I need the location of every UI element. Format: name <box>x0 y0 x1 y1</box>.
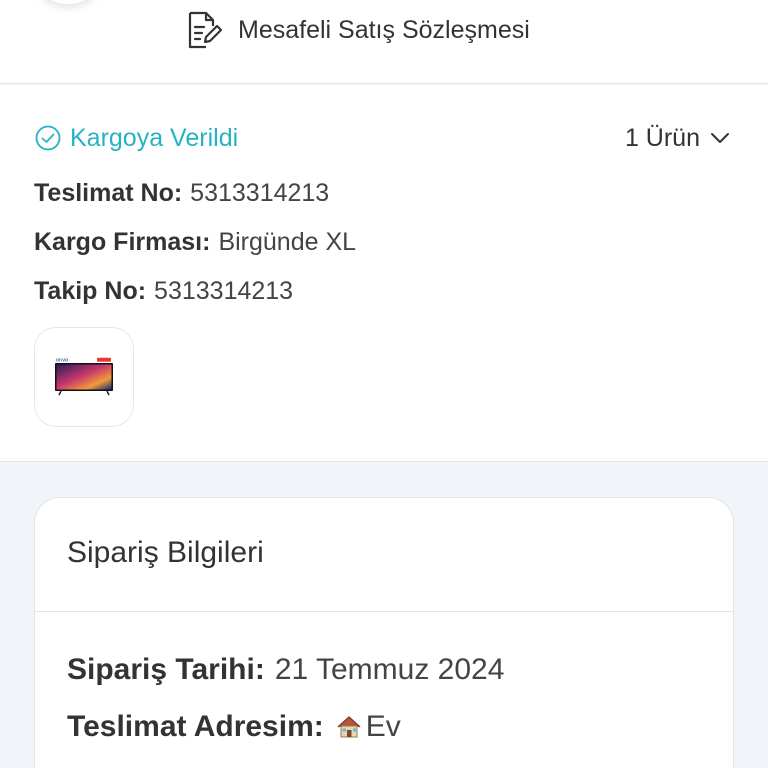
carrier-row: Kargo Firması: Birgünde XL <box>34 225 356 259</box>
document-edit-icon <box>188 11 223 49</box>
delivery-number-value: 5313314213 <box>190 178 330 207</box>
delivery-address-name[interactable]: Ev <box>366 710 401 744</box>
order-info-header: Sipariş Bilgileri <box>35 498 733 612</box>
tracking-row: Takip No: 5313314213 <box>34 274 293 308</box>
check-circle-icon <box>35 125 61 151</box>
contract-section: Mesafeli Satış Sözleşmesi <box>0 0 768 84</box>
delivery-address-row: Teslimat Adresim: Ev <box>67 707 401 747</box>
delivery-address-label: Teslimat Adresim: <box>67 710 324 743</box>
order-date-value: 21 Temmuz 2024 <box>274 653 505 686</box>
order-date-label: Sipariş Tarihi: <box>67 653 265 686</box>
product-count-label: 1 Ürün <box>624 123 700 152</box>
carrier-value: Birgünde XL <box>218 227 357 256</box>
top-avatar-partial <box>28 0 108 4</box>
order-info-card: Sipariş Bilgileri Sipariş Tarihi: 21 Tem… <box>34 497 734 768</box>
tracking-label: Takip No: <box>34 276 147 305</box>
shipment-section: Kargoya Verildi 1 Ürün Teslimat No: 5313… <box>0 85 768 462</box>
chevron-down-icon <box>711 133 729 143</box>
product-thumbnail[interactable]: onvo <box>34 327 134 427</box>
tv-product-image: onvo <box>55 358 113 396</box>
tracking-value: 5313314213 <box>154 276 294 305</box>
order-date-row: Sipariş Tarihi: 21 Temmuz 2024 <box>67 650 504 690</box>
order-info-title: Sipariş Bilgileri <box>67 536 264 569</box>
shipment-status: Kargoya Verildi <box>34 121 238 155</box>
house-icon <box>337 716 361 738</box>
carrier-label: Kargo Firması: <box>34 227 211 256</box>
product-count-toggle[interactable]: 1 Ürün <box>625 121 730 155</box>
distance-sales-contract-link[interactable]: Mesafeli Satış Sözleşmesi <box>186 10 530 50</box>
tv-brand-logo: onvo <box>56 358 68 364</box>
delivery-number-row: Teslimat No: 5313314213 <box>34 176 329 210</box>
shipment-status-text: Kargoya Verildi <box>70 123 239 152</box>
delivery-number-label: Teslimat No: <box>34 178 183 207</box>
contract-link-label: Mesafeli Satış Sözleşmesi <box>238 15 530 44</box>
